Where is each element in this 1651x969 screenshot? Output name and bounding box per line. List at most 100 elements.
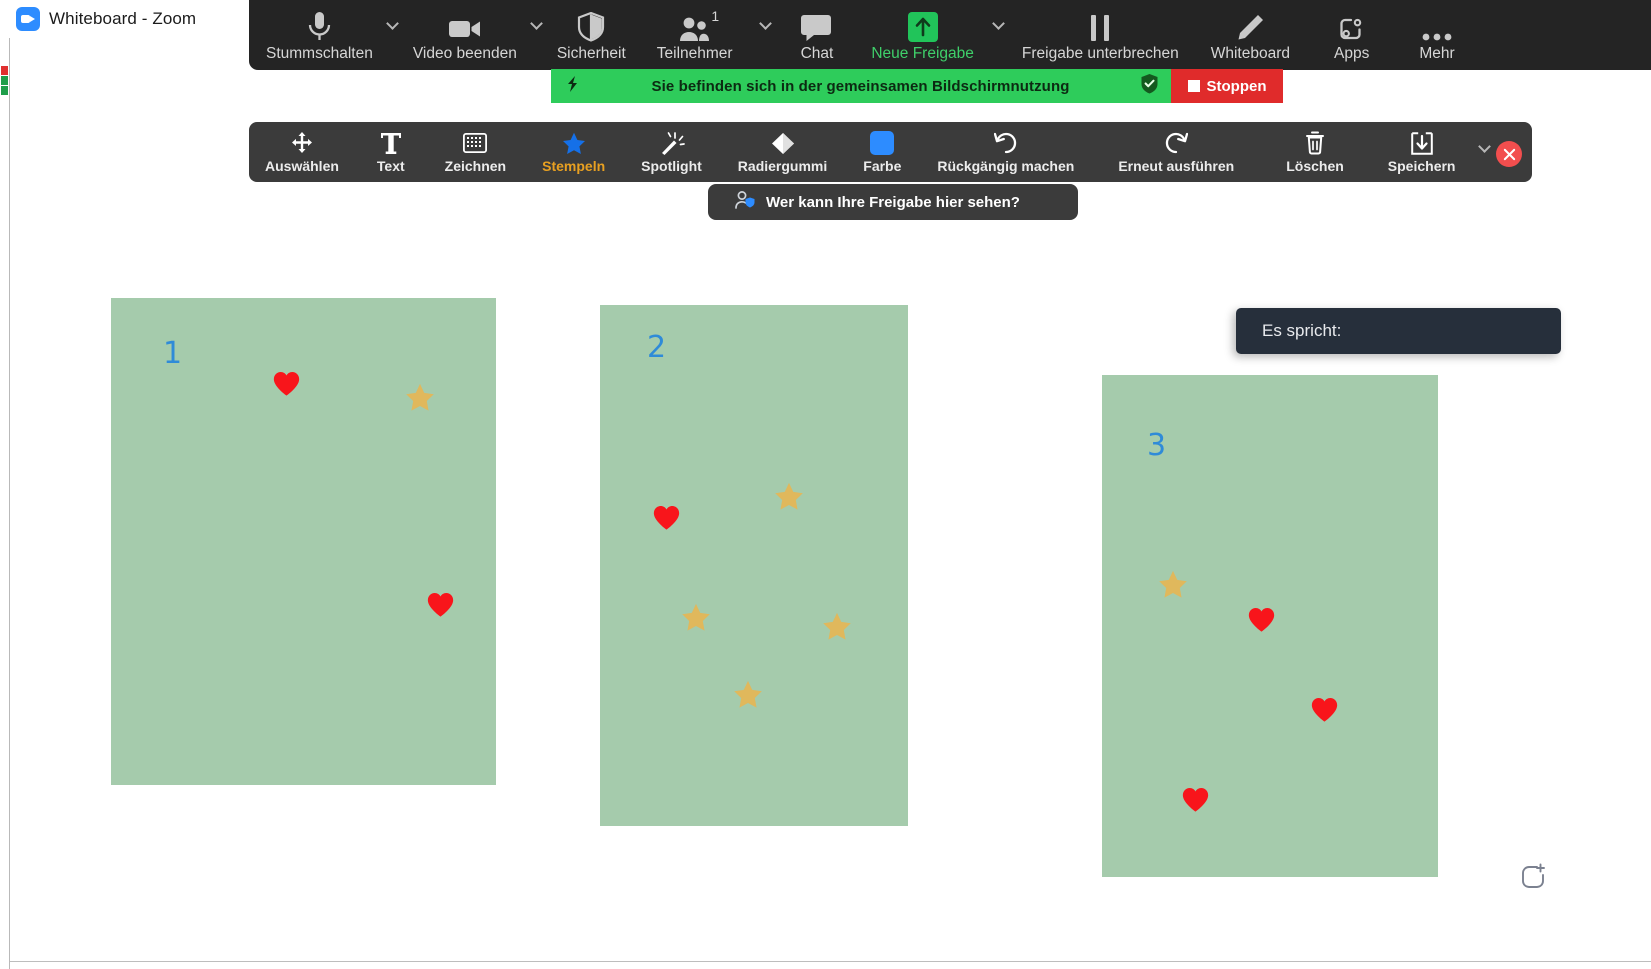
- chevron-down-icon[interactable]: [526, 0, 548, 70]
- star-stamp-icon: [774, 482, 804, 511]
- annotation-tool-auswählen[interactable]: Auswählen: [249, 122, 355, 182]
- toolbar-item-apps[interactable]: Apps: [1310, 0, 1393, 70]
- chevron-down-icon[interactable]: [988, 0, 1010, 70]
- box-number-label: 1: [163, 336, 183, 371]
- whiteboard-green-box[interactable]: 1: [111, 298, 496, 785]
- pause-icon: [1089, 8, 1111, 42]
- star-stamp-icon: [733, 680, 763, 709]
- screen-share-banner: Sie befinden sich in der gemeinsamen Bil…: [551, 69, 1171, 103]
- close-annotation-toolbar-button[interactable]: [1496, 141, 1522, 167]
- annotation-tool-label: Text: [376, 158, 405, 174]
- star-stamp-icon: [681, 603, 711, 632]
- save-download-icon: [1410, 130, 1433, 156]
- toolbar-item-sicherheit[interactable]: Sicherheit: [548, 0, 635, 70]
- star-stamp-icon: [562, 130, 586, 156]
- toolbar-item-label: Freigabe unterbrechen: [1021, 44, 1179, 62]
- edge-marker: [1, 66, 8, 75]
- whiteboard-green-box[interactable]: 3: [1102, 375, 1438, 877]
- annotation-tool-text[interactable]: Text: [355, 122, 427, 182]
- annotation-tool-label: Zeichnen: [444, 158, 507, 174]
- zoom-logo-icon: [16, 7, 40, 31]
- toolbar-item-whiteboard[interactable]: Whiteboard: [1191, 0, 1310, 70]
- participants-icon: 1: [679, 8, 719, 42]
- share-arrow-icon: [565, 75, 581, 98]
- chevron-down-icon[interactable]: [1474, 122, 1496, 182]
- toolbar-item-label: Stummschalten: [266, 44, 373, 62]
- toolbar-item-video-beenden[interactable]: Video beenden: [404, 0, 526, 70]
- toolbar-item-label: Mehr: [1419, 44, 1455, 62]
- ellipsis-icon: [1422, 8, 1452, 42]
- annotation-tool-radiergummi[interactable]: Radiergummi: [720, 122, 845, 182]
- toolbar-item-stummschalten[interactable]: Stummschalten: [257, 0, 382, 70]
- annotation-tool-label: Radiergummi: [737, 158, 828, 174]
- annotation-tool-label: Rückgängig machen: [937, 158, 1075, 174]
- star-stamp-icon: [1158, 570, 1188, 599]
- toolbar-item-label: Chat: [800, 44, 834, 62]
- pencil-icon: [1236, 8, 1265, 42]
- draw-grid-icon: [463, 130, 488, 156]
- who-can-see-tooltip[interactable]: Wer kann Ihre Freigabe hier sehen?: [708, 184, 1078, 220]
- heart-stamp-icon: [427, 592, 454, 618]
- eraser-icon: [771, 130, 795, 156]
- toolbar-item-mehr[interactable]: Mehr: [1393, 0, 1480, 70]
- share-screen-up-arrow-icon: [907, 8, 938, 42]
- annotation-tool-löschen[interactable]: Löschen: [1260, 122, 1370, 182]
- color-swatch-icon: [870, 130, 895, 156]
- apps-icon: [1340, 8, 1363, 42]
- shield-icon: [577, 8, 605, 42]
- text-t-icon: [380, 130, 402, 156]
- annotation-tool-label: Löschen: [1286, 158, 1344, 174]
- spotlight-wand-icon: [658, 130, 685, 156]
- toolbar-item-chat[interactable]: Chat: [777, 0, 858, 70]
- active-speaker-label: Es spricht:: [1262, 321, 1342, 340]
- star-stamp-icon: [822, 612, 852, 641]
- annotation-tool-zeichnen[interactable]: Zeichnen: [427, 122, 524, 182]
- annotation-tool-label: Farbe: [863, 158, 902, 174]
- toolbar-item-label: Neue Freigabe: [871, 44, 974, 62]
- stop-share-label: Stoppen: [1206, 77, 1267, 95]
- toolbar-item-label: Video beenden: [412, 44, 517, 62]
- annotation-tool-label: Stempeln: [542, 158, 606, 174]
- annotation-tool-label: Spotlight: [641, 158, 702, 174]
- trash-icon: [1305, 130, 1325, 156]
- edge-marker: [1, 76, 8, 85]
- toolbar-item-freigabe-unterbrechen[interactable]: Freigabe unterbrechen: [1010, 0, 1191, 70]
- shield-check-icon: [1140, 73, 1159, 99]
- toolbar-item-label: Apps: [1333, 44, 1370, 62]
- annotation-tool-farbe[interactable]: Farbe: [845, 122, 919, 182]
- share-banner-text: Sie befinden sich in der gemeinsamen Bil…: [651, 77, 1070, 95]
- toolbar-item-neue-freigabe[interactable]: Neue Freigabe: [857, 0, 988, 70]
- active-speaker-panel: Es spricht:: [1236, 308, 1561, 354]
- annotation-tool-label: Erneut ausführen: [1118, 158, 1235, 174]
- toolbar-item-label: Sicherheit: [556, 44, 626, 62]
- new-share-plus-icon[interactable]: [1517, 861, 1547, 891]
- stop-square-icon: [1187, 80, 1200, 92]
- annotation-tool-speichern[interactable]: Speichern: [1370, 122, 1474, 182]
- stop-share-button[interactable]: Stoppen: [1171, 69, 1283, 103]
- edge-marker: [1, 86, 8, 95]
- undo-arrow-icon: [993, 130, 1018, 156]
- box-number-label: 3: [1147, 428, 1167, 463]
- left-edge-strip: [0, 38, 10, 969]
- annotation-tool-erneut-ausführen[interactable]: Erneut ausführen: [1092, 122, 1260, 182]
- bottom-edge: [10, 961, 1651, 969]
- heart-stamp-icon: [273, 371, 300, 397]
- close-x-icon: [1503, 148, 1515, 160]
- star-stamp-icon: [405, 383, 435, 412]
- toolbar-item-label: Whiteboard: [1210, 44, 1290, 62]
- chevron-down-icon[interactable]: [382, 0, 404, 70]
- annotation-tool-stempeln[interactable]: Stempeln: [524, 122, 623, 182]
- chevron-down-icon[interactable]: [755, 0, 777, 70]
- heart-stamp-icon: [1248, 607, 1275, 633]
- annotation-tool-spotlight[interactable]: Spotlight: [623, 122, 720, 182]
- heart-stamp-icon: [1311, 697, 1338, 723]
- person-shield-icon: [734, 190, 756, 215]
- microphone-icon: [304, 8, 335, 42]
- annotation-tool-rückgängig-machen[interactable]: Rückgängig machen: [919, 122, 1092, 182]
- move-arrows-icon: [291, 130, 313, 156]
- toolbar-item-label: Teilnehmer: [656, 44, 733, 62]
- annotation-toolbar: Auswählen Text Zeichnen Stempeln Spotlight Ra…: [249, 122, 1532, 182]
- whiteboard-green-box[interactable]: 2: [600, 305, 908, 826]
- video-camera-icon: [448, 8, 481, 42]
- toolbar-item-teilnehmer[interactable]: 1 Teilnehmer: [635, 0, 755, 70]
